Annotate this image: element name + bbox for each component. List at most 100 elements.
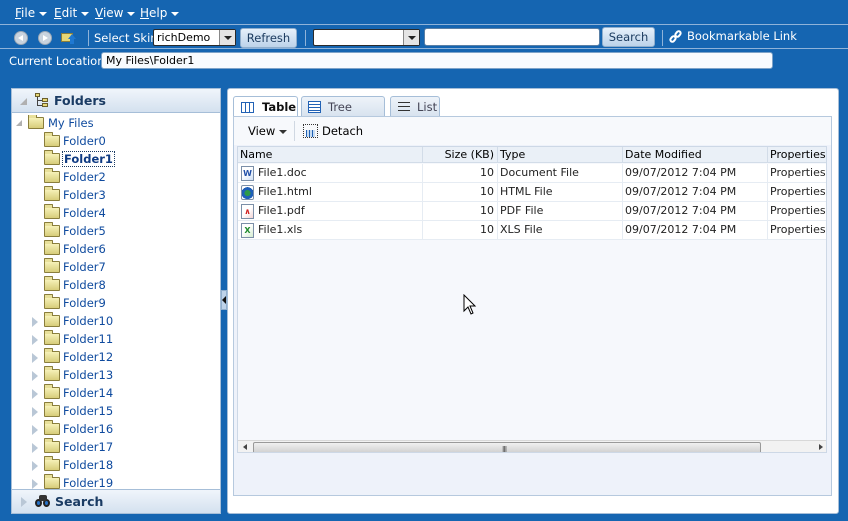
pdf-icon: ∧ xyxy=(241,204,254,219)
search-panel-header[interactable]: Search xyxy=(12,489,220,513)
menu-view-label: iew xyxy=(102,6,124,20)
cell-properties-link[interactable]: Properties xyxy=(768,183,826,202)
tree-node-folder[interactable]: Folder14 xyxy=(12,384,220,403)
tree-node-folder[interactable]: Folder16 xyxy=(12,420,220,439)
current-location-field[interactable]: My Files\Folder1 xyxy=(101,52,773,69)
cell-properties-link[interactable]: Properties xyxy=(768,221,826,240)
expanded-triangle-icon[interactable] xyxy=(16,120,22,126)
tree-node-folder[interactable]: Folder15 xyxy=(12,402,220,421)
collapse-triangle-icon[interactable] xyxy=(20,98,27,105)
tree-node-folder[interactable]: Folder7 xyxy=(12,258,220,277)
skin-select-value: richDemo xyxy=(157,31,211,44)
tree-node-folder[interactable]: Folder10 xyxy=(12,312,220,331)
folder-icon xyxy=(44,150,60,165)
tab-list[interactable]: List xyxy=(390,96,440,116)
expand-triangle-icon[interactable] xyxy=(32,335,38,345)
folder-icon xyxy=(44,330,60,345)
column-header-name[interactable]: Name xyxy=(238,147,423,163)
tree-node-folder[interactable]: Folder18 xyxy=(12,456,220,475)
refresh-button[interactable]: Refresh xyxy=(240,28,297,48)
cell-properties-link[interactable]: Properties xyxy=(768,202,826,221)
menu-help[interactable]: Help xyxy=(140,6,180,20)
tree-node-folder[interactable]: Folder2 xyxy=(12,168,220,187)
search-input[interactable] xyxy=(424,28,600,46)
menu-file[interactable]: File xyxy=(15,6,48,20)
table-row[interactable]: File1.html 10 HTML File 09/07/2012 7:04 PM P… xyxy=(238,183,826,202)
scroll-left-arrow-icon[interactable] xyxy=(243,444,247,450)
dropdown-arrow-icon[interactable] xyxy=(403,30,419,45)
html-globe-icon xyxy=(241,185,254,200)
back-arrow-icon[interactable] xyxy=(14,31,28,45)
tree-node-label: Folder19 xyxy=(63,476,114,489)
tree-node-root[interactable]: My Files xyxy=(12,115,220,133)
folder-icon xyxy=(44,384,60,399)
search-scope-select[interactable] xyxy=(313,29,420,46)
excel-xls-icon: X xyxy=(241,223,254,238)
tree-node-folder[interactable]: Folder13 xyxy=(12,366,220,385)
table-row[interactable]: File1.doc W 10 Document File 09/07/2012 7:04… xyxy=(238,164,826,183)
bookmarkable-link[interactable]: Bookmarkable Link xyxy=(687,29,797,43)
expand-triangle-icon[interactable] xyxy=(32,407,38,417)
tree-node-folder[interactable]: Folder19 xyxy=(12,474,220,489)
expand-triangle-icon[interactable] xyxy=(32,389,38,399)
horizontal-scrollbar[interactable]: III xyxy=(238,440,826,452)
menu-view[interactable]: View xyxy=(95,6,136,20)
menu-edit[interactable]: Edit xyxy=(54,6,90,20)
tree-node-label: Folder18 xyxy=(63,458,114,472)
column-header-type[interactable]: Type xyxy=(498,147,623,163)
expand-triangle-icon[interactable] xyxy=(32,425,38,435)
tree-node-folder[interactable]: Folder12 xyxy=(12,348,220,367)
expand-triangle-icon[interactable] xyxy=(32,443,38,453)
folder-icon xyxy=(44,168,60,183)
tree-node-folder[interactable]: Folder8 xyxy=(12,276,220,295)
cell-properties-link[interactable]: Properties xyxy=(768,164,826,183)
column-header-properties[interactable]: Properties xyxy=(768,147,826,163)
folder-up-icon[interactable] xyxy=(61,30,76,44)
tree-node-folder[interactable]: Folder11 xyxy=(12,330,220,349)
tree-node-folder[interactable]: Folder1 xyxy=(12,150,220,169)
tree-node-folder[interactable]: Folder3 xyxy=(12,186,220,205)
column-header-size[interactable]: Size (KB) xyxy=(423,147,498,163)
tree-node-folder[interactable]: Folder17 xyxy=(12,438,220,457)
tree-node-label: Folder7 xyxy=(63,260,106,274)
cell-modified: 09/07/2012 7:04 PM xyxy=(623,221,768,240)
folders-panel-header[interactable]: Folders xyxy=(12,89,220,113)
tree-node-folder[interactable]: Folder9 xyxy=(12,294,220,313)
table-header: Name Size (KB) Type Date Modified Proper… xyxy=(238,147,826,163)
dropdown-arrow-icon[interactable] xyxy=(219,30,235,45)
expand-triangle-icon[interactable] xyxy=(32,479,38,489)
table-icon xyxy=(241,102,254,113)
detach-button[interactable]: Detach xyxy=(322,124,363,138)
tree-node-folder[interactable]: Folder6 xyxy=(12,240,220,259)
expand-triangle-icon[interactable] xyxy=(32,317,38,327)
search-button[interactable]: Search xyxy=(602,27,655,47)
scrollbar-thumb[interactable]: III xyxy=(253,442,761,452)
chevron-down-icon xyxy=(81,11,90,16)
expand-triangle-icon[interactable] xyxy=(21,497,27,507)
cell-type: HTML File xyxy=(498,183,623,202)
view-menu[interactable]: View xyxy=(248,124,288,138)
scroll-right-arrow-icon[interactable] xyxy=(819,444,823,450)
column-header-date-modified[interactable]: Date Modified xyxy=(623,147,768,163)
tree-node-label: Folder12 xyxy=(63,350,114,364)
table-row[interactable]: File1.pdf ∧ 10 PDF File 09/07/2012 7:04 PM Pr… xyxy=(238,202,826,221)
toolbar-separator xyxy=(662,30,663,46)
chain-link-icon xyxy=(668,29,683,44)
expand-triangle-icon[interactable] xyxy=(32,461,38,471)
expand-triangle-icon[interactable] xyxy=(32,371,38,381)
forward-arrow-icon[interactable] xyxy=(38,31,52,45)
tree-node-folder[interactable]: Folder4 xyxy=(12,204,220,223)
folders-panel-title: Folders xyxy=(54,93,106,108)
cell-name: File1.pdf xyxy=(238,202,423,221)
tab-tree-table[interactable]: Tree Table xyxy=(301,96,385,128)
menu-edit-label: dit xyxy=(61,6,78,20)
table-row[interactable]: File1.xls X 10 XLS File 09/07/2012 7:04 PM Pr… xyxy=(238,221,826,240)
menu-edit-mnemonic: E xyxy=(54,6,62,20)
skin-select[interactable]: richDemo xyxy=(153,29,236,46)
tree-node-folder[interactable]: Folder0 xyxy=(12,132,220,151)
folder-icon xyxy=(44,204,60,219)
folder-icon xyxy=(28,115,44,129)
tree-node-folder[interactable]: Folder5 xyxy=(12,222,220,241)
tab-table[interactable]: Table xyxy=(233,96,298,117)
expand-triangle-icon[interactable] xyxy=(32,353,38,363)
